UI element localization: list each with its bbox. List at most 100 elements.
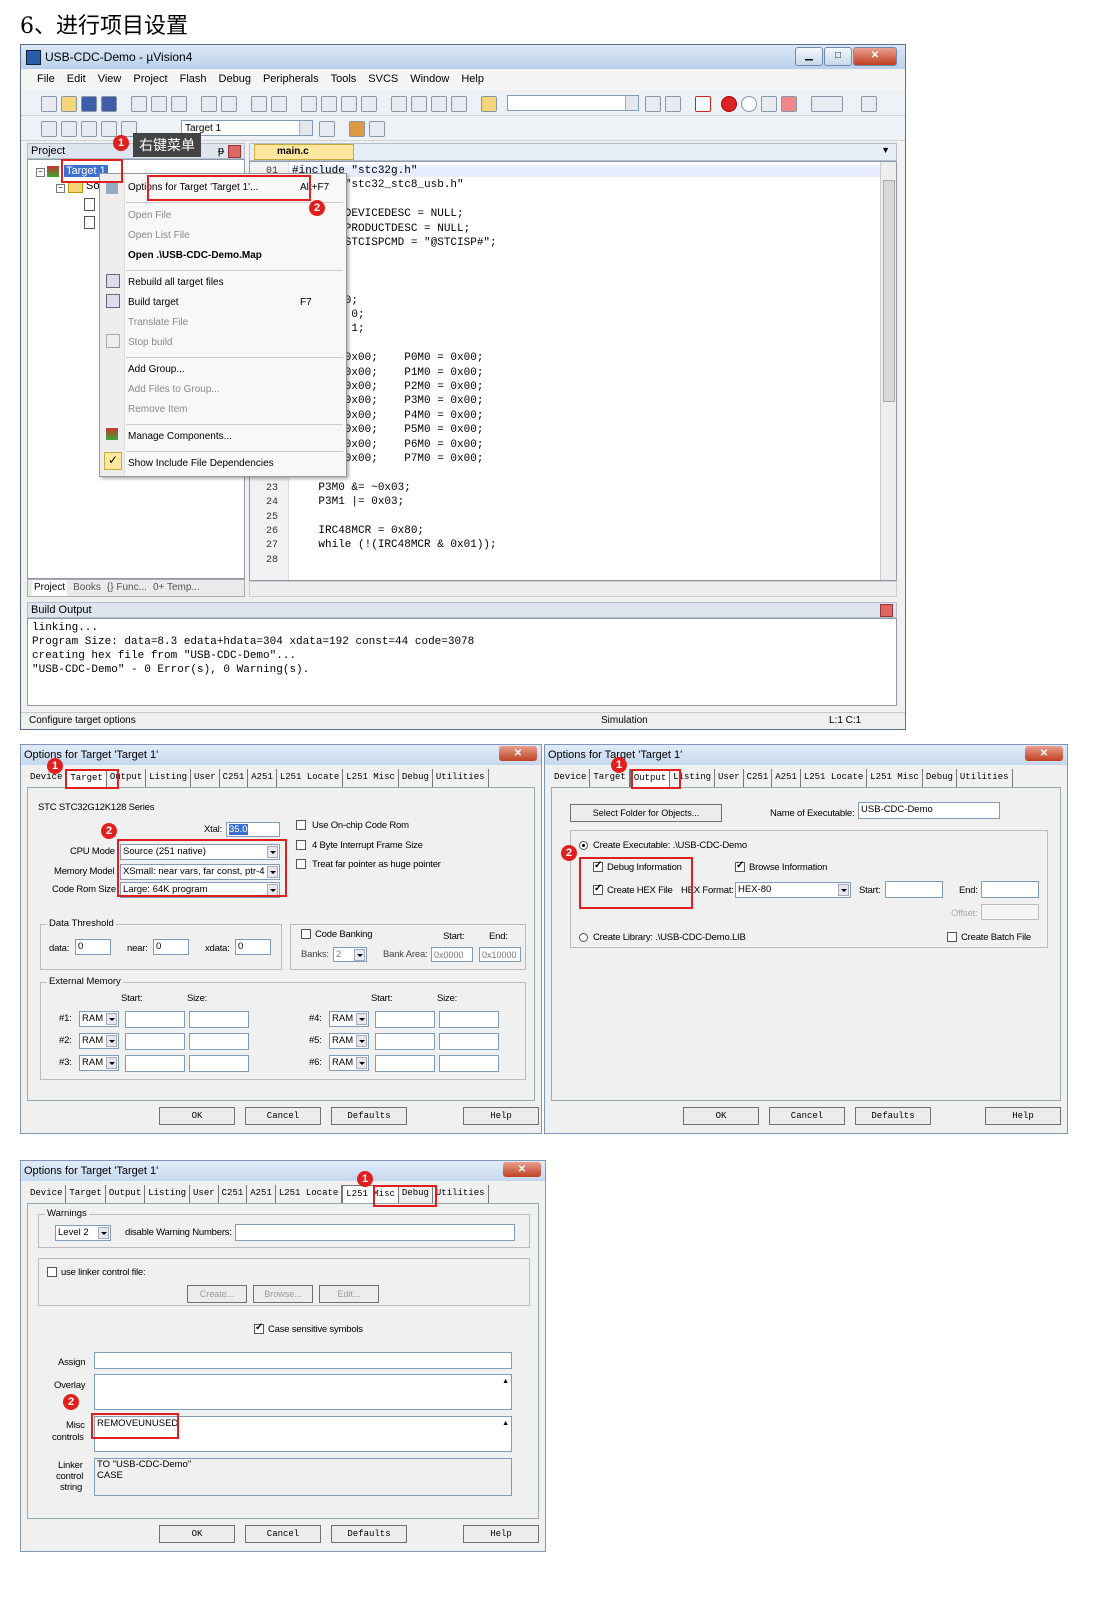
ext-mem-input[interactable] [439, 1033, 499, 1050]
tab-l251-misc[interactable]: L251 Misc [867, 769, 923, 787]
bookmark-next-icon[interactable] [341, 96, 357, 112]
assign-input[interactable] [94, 1352, 512, 1369]
find-in-files-icon[interactable] [481, 96, 497, 112]
translate-icon[interactable] [41, 121, 57, 137]
tab-a251[interactable]: A251 [247, 1185, 276, 1203]
tree-expand-icon-2[interactable]: − [56, 184, 65, 193]
tab-a251[interactable]: A251 [248, 769, 277, 787]
data-input[interactable]: 0 [75, 939, 111, 955]
editor-tab-main-c[interactable]: main.c [254, 144, 354, 160]
ext-mem-input[interactable] [439, 1055, 499, 1072]
menu-peripherals[interactable]: Peripherals [257, 70, 325, 90]
tab-target[interactable]: Target [66, 1185, 106, 1203]
xtal-input[interactable]: 35.0 [226, 822, 280, 837]
context-menu-item[interactable]: Add Group... [128, 364, 185, 375]
context-menu-item[interactable]: Open File [128, 210, 171, 221]
warning-level-select[interactable]: Level 2 [55, 1225, 111, 1241]
create-exe-radio[interactable] [579, 841, 588, 850]
dialog-close-button[interactable]: ✕ [503, 1162, 541, 1177]
name-exe-input[interactable]: USB-CDC-Demo [858, 802, 1000, 819]
tab-user[interactable]: User [190, 1185, 219, 1203]
tab-device[interactable]: Device [27, 1185, 67, 1203]
hex-end-input[interactable] [981, 881, 1039, 898]
select-folder-button[interactable]: Select Folder for Objects... [570, 804, 722, 822]
ok-button[interactable]: OK [159, 1525, 235, 1543]
breakpoint-kill-icon[interactable] [761, 96, 777, 112]
panel-close-icon[interactable] [228, 145, 241, 158]
manage-books-icon[interactable] [369, 121, 385, 137]
context-menu-item[interactable]: Build target [128, 297, 179, 308]
case-sensitive-checkbox[interactable] [254, 1322, 264, 1334]
ext-mem-input[interactable] [439, 1011, 499, 1028]
minimize-button[interactable]: ▁ [795, 47, 823, 66]
tree-expand-icon[interactable]: − [36, 168, 45, 177]
tab-l251-misc[interactable]: L251 Misc [343, 769, 399, 787]
tab-listing[interactable]: Listing [145, 1185, 191, 1203]
tab-l251-locate[interactable]: L251 Locate [277, 769, 344, 787]
context-menu-item[interactable]: Add Files to Group... [128, 384, 220, 395]
menu-project[interactable]: Project [127, 70, 173, 90]
browse-button[interactable]: Browse... [253, 1285, 313, 1303]
scroll-up-icon[interactable]: ▲ [502, 1375, 509, 1389]
indent-icon[interactable] [391, 96, 407, 112]
ext-mem-input[interactable] [375, 1033, 435, 1050]
context-menu-item[interactable]: Open .\USB-CDC-Demo.Map [128, 250, 262, 261]
menu-file[interactable]: File [31, 70, 61, 90]
defaults-button[interactable]: Defaults [331, 1107, 407, 1125]
rebuild-icon[interactable] [81, 121, 97, 137]
menu-debug[interactable]: Debug [213, 70, 257, 90]
ext-mem-input[interactable] [189, 1055, 249, 1072]
tab-user[interactable]: User [191, 769, 220, 787]
bookmark-prev-icon[interactable] [321, 96, 337, 112]
tab-listing[interactable]: Listing [146, 769, 192, 787]
nav-back-icon[interactable] [251, 96, 267, 112]
create-batch-checkbox[interactable] [947, 932, 957, 942]
tab-utilities[interactable]: Utilities [433, 769, 489, 787]
use-linker-checkbox[interactable] [47, 1267, 57, 1277]
help-button[interactable]: Help [463, 1107, 539, 1125]
window-layout-icon[interactable] [811, 96, 843, 112]
ok-button[interactable]: OK [683, 1107, 759, 1125]
breakpoint-icon[interactable] [721, 96, 737, 112]
scroll-up-icon[interactable]: ▲ [502, 1417, 509, 1431]
bank-end-input[interactable]: 0x10000 [479, 947, 521, 962]
bank-start-input[interactable]: 0x0000 [431, 947, 473, 962]
linker-string-box[interactable]: TO "USB-CDC-Demo" CASE [94, 1458, 512, 1496]
help-button[interactable]: Help [463, 1525, 539, 1543]
context-menu-item[interactable]: Manage Components... [128, 431, 232, 442]
breakpoint-disable-icon[interactable] [741, 96, 757, 112]
find-icon[interactable] [645, 96, 661, 112]
menu-window[interactable]: Window [404, 70, 455, 90]
tab-user[interactable]: User [715, 769, 744, 787]
ext-mem-type-select[interactable]: RAM [79, 1055, 119, 1071]
breakpoint-clear-icon[interactable] [781, 96, 797, 112]
code-banking-checkbox[interactable] [301, 929, 311, 939]
find-combo[interactable] [507, 95, 639, 111]
ext-mem-input[interactable] [189, 1011, 249, 1028]
context-menu-item[interactable]: Translate File [128, 317, 188, 328]
ext-mem-input[interactable] [125, 1055, 185, 1072]
defaults-button[interactable]: Defaults [331, 1525, 407, 1543]
tab-utilities[interactable]: Utilities [433, 1185, 489, 1203]
cancel-button[interactable]: Cancel [245, 1107, 321, 1125]
target-options-icon[interactable] [319, 121, 335, 137]
unindent-icon[interactable] [411, 96, 427, 112]
tab-c251[interactable]: C251 [744, 769, 773, 787]
incremental-find-icon[interactable] [665, 96, 681, 112]
context-menu-item[interactable]: Rebuild all target files [128, 277, 224, 288]
ok-button[interactable]: OK [159, 1107, 235, 1125]
create-lib-radio[interactable] [579, 933, 588, 942]
browse-info-checkbox[interactable] [735, 860, 745, 872]
build-icon[interactable] [61, 121, 77, 137]
build-output-pane[interactable]: linking... Program Size: data=8.3 edata+… [27, 618, 897, 706]
disable-warnings-input[interactable] [235, 1224, 515, 1241]
ext-mem-input[interactable] [375, 1055, 435, 1072]
ext-mem-input[interactable] [375, 1011, 435, 1028]
far-pointer-checkbox[interactable] [296, 859, 306, 869]
tab-functions[interactable]: {} Func... [107, 580, 147, 596]
defaults-button[interactable]: Defaults [855, 1107, 931, 1125]
hex-start-input[interactable] [885, 881, 943, 898]
close-button[interactable]: ✕ [853, 47, 897, 66]
batch-build-icon[interactable] [101, 121, 117, 137]
scrollbar-thumb[interactable] [883, 180, 895, 402]
